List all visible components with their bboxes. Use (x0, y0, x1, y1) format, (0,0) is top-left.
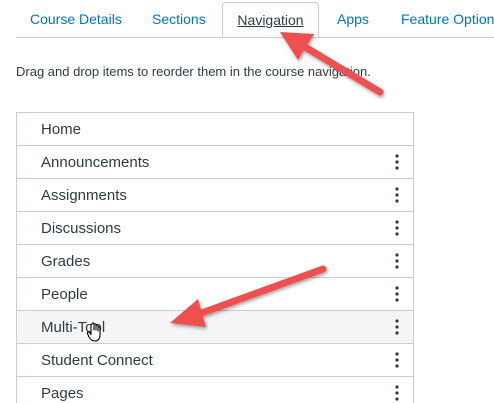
settings-tabs: Course Details Sections Navigation Apps … (0, 0, 494, 38)
kebab-menu-icon[interactable] (391, 186, 403, 204)
nav-item-label: Assignments (41, 187, 127, 204)
nav-item-pages[interactable]: Pages (17, 377, 413, 403)
tab-sections[interactable]: Sections (152, 0, 206, 38)
kebab-menu-icon[interactable] (391, 252, 403, 270)
tab-apps[interactable]: Apps (337, 0, 369, 38)
nav-item-announcements[interactable]: Announcements (17, 146, 413, 179)
nav-item-student-connect[interactable]: Student Connect (17, 344, 413, 377)
nav-item-label: People (41, 286, 88, 303)
kebab-menu-icon[interactable] (391, 285, 403, 303)
nav-item-people[interactable]: People (17, 278, 413, 311)
course-navigation-list: Home Announcements Assignments Discussio… (16, 112, 414, 403)
tabs-divider (16, 37, 494, 38)
nav-item-label: Discussions (41, 220, 122, 237)
nav-item-label: Student Connect (41, 352, 153, 369)
nav-item-home[interactable]: Home (17, 113, 413, 146)
nav-item-assignments[interactable]: Assignments (17, 179, 413, 212)
kebab-menu-icon[interactable] (391, 219, 403, 237)
tab-course-details[interactable]: Course Details (30, 0, 122, 38)
kebab-menu-icon[interactable] (391, 318, 403, 336)
course-settings-page: Course Details Sections Navigation Apps … (0, 0, 494, 403)
nav-item-label: Multi-Tool (41, 319, 106, 336)
nav-item-discussions[interactable]: Discussions (17, 212, 413, 245)
tab-navigation[interactable]: Navigation (222, 2, 319, 38)
kebab-menu-icon[interactable] (391, 384, 403, 402)
tab-navigation-label: Navigation (237, 12, 304, 28)
tab-feature-options[interactable]: Feature Option (401, 0, 494, 38)
nav-item-label: Announcements (41, 154, 150, 171)
nav-item-label: Grades (41, 253, 91, 270)
nav-item-grades[interactable]: Grades (17, 245, 413, 278)
nav-item-label: Pages (41, 385, 84, 402)
nav-item-label: Home (41, 121, 82, 138)
nav-item-multi-tool[interactable]: Multi-Tool (17, 311, 413, 344)
kebab-menu-icon[interactable] (391, 351, 403, 369)
reorder-instruction: Drag and drop items to reorder them in t… (16, 64, 371, 79)
kebab-menu-icon[interactable] (391, 153, 403, 171)
